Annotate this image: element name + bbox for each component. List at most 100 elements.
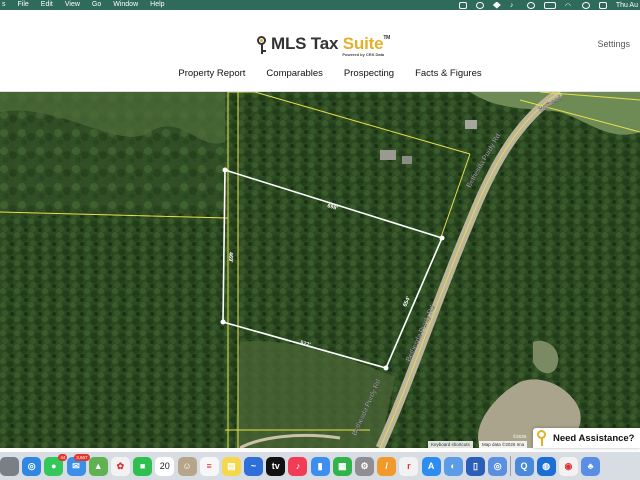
dock-notes-icon[interactable]: ▤ (221, 456, 241, 476)
vertex-handle[interactable] (220, 319, 226, 325)
nav-facts-figures[interactable]: Facts & Figures (415, 68, 482, 79)
macos-dock: ◎ ● 44 ✉ 3,667 ▲ ✿ ■ 20 ☺ ≡ ▤ ~ tv ♪ ▮ ▦ ⚙ / r A ◐ ▯ ◎ Q ◍ ◉ ♣ (0, 452, 640, 480)
dock-music-icon[interactable]: ♪ (288, 456, 308, 476)
dock-launchpad-icon[interactable] (0, 456, 19, 476)
dock-trash-icon[interactable]: ♣ (581, 456, 601, 476)
building (465, 120, 477, 129)
dock-glyph: ✉ (72, 460, 80, 471)
dock-freeform-icon[interactable]: ~ (244, 456, 264, 476)
dock-numbers-icon[interactable]: ▦ (332, 456, 352, 476)
dock-glyph: ◉ (564, 460, 573, 471)
dock-app-store-icon[interactable]: A (421, 456, 441, 476)
dock-glyph: ▦ (338, 460, 347, 471)
vertex-handle[interactable] (383, 365, 389, 371)
satellite-map[interactable]: 698' 469' 522' 654' Bethesda Purdy Rd Be… (0, 92, 640, 448)
logo-main-text: MLS Tax (271, 34, 343, 53)
menu-edit[interactable]: Edit (41, 0, 53, 10)
dock-finder-2-icon[interactable]: Q (514, 456, 534, 476)
main-nav: Property Report Comparables Prospecting … (0, 68, 640, 79)
menu-help[interactable]: Help (150, 0, 164, 10)
dock-reeder-icon[interactable]: r (399, 456, 419, 476)
keyboard-shortcuts-link[interactable]: Keyboard shortcuts (428, 441, 473, 448)
dock-keynote-icon[interactable]: ▮ (310, 456, 330, 476)
dock-zoom-icon[interactable]: ◎ (488, 456, 508, 476)
logo-trademark: TM (383, 35, 391, 41)
dock-glyph: ■ (139, 461, 146, 471)
apple-menu-icon[interactable]: s (2, 0, 6, 10)
menu-go[interactable]: Go (92, 0, 101, 10)
map-data-attribution[interactable]: Map data ©2026 Ima (479, 441, 528, 448)
dropbox-icon[interactable] (492, 1, 501, 9)
logo-accent-text: Suite (342, 34, 384, 53)
nav-property-report[interactable]: Property Report (178, 68, 245, 79)
broadcast-icon[interactable] (526, 1, 535, 9)
dock-glyph: ≡ (206, 461, 212, 471)
control-center-icon[interactable] (598, 1, 607, 9)
dock-glyph: tv (271, 461, 280, 471)
dock-glyph: ♣ (587, 461, 594, 471)
menu-bar-status: ♪ ◠ Thu Au (458, 1, 640, 10)
menu-bar-menus: s File Edit View Go Window Help (0, 0, 165, 10)
dock-facetime-icon[interactable]: ■ (133, 456, 153, 476)
mls-tax-suite-logo[interactable]: MLS Tax SuiteTM Powered by CRS Data (256, 34, 390, 57)
menu-view[interactable]: View (65, 0, 80, 10)
map-copyright: ©2026 (513, 434, 527, 439)
dock-glyph: ~ (250, 461, 257, 471)
dock-calendar-icon[interactable]: 20 (155, 456, 175, 476)
battery-icon[interactable] (543, 1, 556, 9)
dock-badge: 44 (58, 453, 68, 461)
app-header: MLS Tax SuiteTM Powered by CRS Data Sett… (0, 10, 640, 92)
settings-status-icon[interactable] (475, 1, 484, 9)
building (380, 150, 396, 160)
dock-chrome-icon[interactable]: ◉ (558, 456, 578, 476)
dock-glyph: ▮ (317, 460, 323, 471)
dock-word-icon[interactable]: ▯ (465, 456, 485, 476)
dock-glyph: r (407, 461, 411, 471)
dock-preview-icon[interactable]: ◐ (443, 456, 463, 476)
dock-reminders-icon[interactable]: ≡ (199, 456, 219, 476)
user-icon[interactable] (581, 1, 590, 9)
menu-bar: s File Edit View Go Window Help ♪ ◠ Thu … (0, 0, 640, 10)
wifi-icon[interactable]: ◠ (565, 2, 573, 10)
dock-glyph: ☺ (182, 461, 192, 471)
need-assistance-label: Need Assistance? (553, 432, 635, 444)
dock-badge: 3,667 (74, 453, 90, 461)
dock-glyph: ⚙ (360, 460, 369, 471)
dock-tv-icon[interactable]: tv (266, 456, 286, 476)
menu-window[interactable]: Window (113, 0, 138, 10)
dock-glyph: ▯ (472, 460, 478, 471)
dock-photos-icon[interactable]: ✿ (110, 456, 130, 476)
dock-glyph: 20 (159, 461, 170, 471)
dock-glyph: ▲ (93, 461, 103, 471)
dock-mail-icon[interactable]: ✉ 3,667 (66, 453, 90, 476)
dock-glyph: ◎ (27, 460, 36, 471)
building (402, 156, 412, 164)
dock-screen-sharing-icon[interactable]: ◍ (536, 456, 556, 476)
dock-pages-icon[interactable]: / (377, 456, 397, 476)
dock-system-settings-icon[interactable]: ⚙ (355, 456, 374, 476)
dock-glyph: ◍ (542, 460, 551, 471)
dock-glyph: / (385, 461, 388, 471)
settings-link[interactable]: Settings (597, 39, 630, 49)
nav-comparables[interactable]: Comparables (266, 68, 323, 79)
dock-glyph: Q (520, 461, 528, 471)
dock-glyph: ◐ (450, 461, 456, 471)
nav-prospecting[interactable]: Prospecting (344, 68, 394, 79)
measure-label-west: 469' (227, 252, 233, 263)
menu-file[interactable]: File (18, 0, 29, 10)
dock-safari-icon[interactable]: ◎ (22, 456, 42, 476)
dock-glyph: ◎ (493, 460, 502, 471)
dock-glyph: ✿ (116, 460, 125, 471)
menu-bar-clock[interactable]: Thu Au (616, 2, 638, 9)
dock-messages-icon[interactable]: ● 44 (44, 453, 68, 476)
dock-contacts-icon[interactable]: ☺ (177, 456, 197, 476)
vertex-handle[interactable] (439, 235, 445, 241)
dock-glyph: ▤ (227, 460, 236, 471)
need-assistance-button[interactable]: Need Assistance? (533, 428, 640, 448)
music-status-icon[interactable]: ♪ (510, 2, 518, 9)
dock-glyph: ● (51, 461, 57, 471)
vertex-handle[interactable] (222, 167, 228, 173)
dock-maps-icon[interactable]: ▲ (88, 456, 108, 476)
map-canvas[interactable]: 698' 469' 522' 654' Bethesda Purdy Rd Be… (0, 92, 640, 448)
screen-icon[interactable] (458, 1, 467, 9)
